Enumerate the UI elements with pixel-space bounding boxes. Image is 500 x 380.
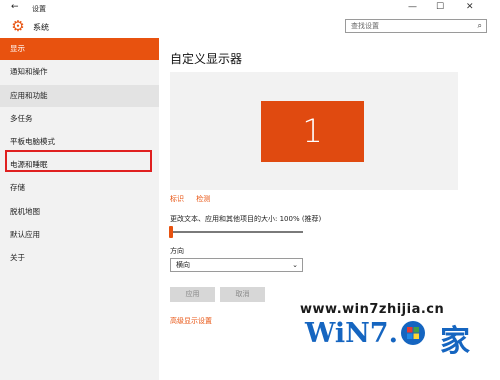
maximize-icon[interactable]: ☐ bbox=[436, 2, 444, 12]
search-placeholder: 查找设置 bbox=[351, 22, 379, 30]
sidebar-item-offline-maps[interactable]: 脱机地图 bbox=[0, 201, 159, 223]
sidebar-item-multitasking[interactable]: 多任务 bbox=[0, 108, 159, 130]
watermark-site: www.win7zhijia.cn bbox=[300, 302, 445, 317]
cancel-button[interactable]: 取消 bbox=[220, 287, 265, 302]
windows-flag-icon bbox=[401, 321, 425, 345]
page-title: 自定义显示器 bbox=[170, 52, 243, 66]
gear-icon: ⚙ bbox=[11, 17, 25, 35]
orientation-value: 横向 bbox=[176, 261, 190, 269]
scale-slider-thumb[interactable] bbox=[169, 226, 173, 238]
search-icon[interactable]: ⌕ bbox=[478, 20, 482, 32]
close-icon[interactable]: ✕ bbox=[466, 2, 474, 12]
orientation-label: 方向 bbox=[170, 247, 184, 255]
detect-link[interactable]: 检测 bbox=[196, 195, 210, 203]
minimize-icon[interactable]: — bbox=[408, 2, 417, 12]
apply-button[interactable]: 应用 bbox=[170, 287, 215, 302]
title-bar: ← 设置 — ☐ ✕ bbox=[0, 0, 500, 16]
sidebar-item-apps[interactable]: 应用和功能 bbox=[0, 85, 159, 107]
highlight-box bbox=[5, 150, 152, 172]
search-input[interactable]: 查找设置 ⌕ bbox=[345, 19, 487, 33]
sidebar-item-about[interactable]: 关于 bbox=[0, 247, 159, 269]
sidebar-item-storage[interactable]: 存储 bbox=[0, 177, 159, 199]
sidebar-item-notifications[interactable]: 通知和操作 bbox=[0, 61, 159, 83]
back-arrow-icon[interactable]: ← bbox=[11, 2, 19, 12]
identify-link[interactable]: 标识 bbox=[170, 195, 184, 203]
orientation-dropdown[interactable]: 横向 ⌄ bbox=[170, 258, 303, 272]
scale-label: 更改文本、应用和其他项目的大小: 100% (推荐) bbox=[170, 215, 322, 223]
window-title: 设置 bbox=[32, 5, 46, 13]
sidebar-item-display[interactable]: 显示 bbox=[0, 38, 159, 60]
chevron-down-icon: ⌄ bbox=[292, 261, 298, 269]
advanced-display-link[interactable]: 高级显示设置 bbox=[170, 316, 212, 326]
sidebar: 显示 通知和操作 应用和功能 多任务 平板电脑模式 电源和睡眠 存储 脱机地图 … bbox=[0, 38, 159, 380]
monitor-tile[interactable]: 1 bbox=[261, 101, 364, 162]
scale-slider-track[interactable] bbox=[170, 231, 303, 233]
watermark-logo-text: WiN7. bbox=[305, 318, 398, 349]
section-title: 系统 bbox=[33, 23, 49, 32]
monitor-links: 标识 检测 bbox=[170, 194, 220, 204]
sidebar-item-default-apps[interactable]: 默认应用 bbox=[0, 224, 159, 246]
watermark-logo-char: 家 bbox=[440, 324, 470, 359]
